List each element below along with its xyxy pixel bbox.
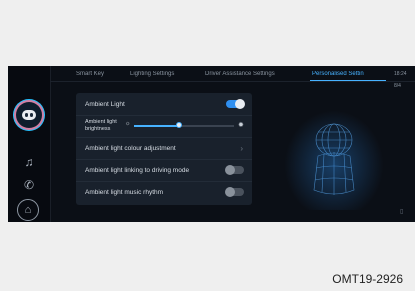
status-indicator: 8/4 <box>394 83 401 89</box>
brightness-slider-thumb[interactable] <box>176 122 182 128</box>
driving-mode-toggle[interactable] <box>225 165 244 175</box>
driving-mode-label: Ambient light linking to driving mode <box>85 167 190 174</box>
tab-divider <box>50 81 415 82</box>
brightness-slider-fill <box>134 125 179 127</box>
tab-smart-key[interactable]: Smart Key <box>76 71 104 77</box>
tab-driver-assistance-settings[interactable]: Driver Assistance Settings <box>205 71 275 77</box>
music-rhythm-row: Ambient light music rhythm <box>76 181 252 203</box>
music-icon[interactable]: ♫ <box>21 156 37 168</box>
left-rail: ♫ ✆ ⌂ <box>8 66 51 222</box>
tab-lighting-settings[interactable]: Lighting Settings <box>130 71 174 77</box>
music-rhythm-toggle[interactable] <box>225 187 244 197</box>
brightness-label-line1: Ambient light <box>85 119 117 125</box>
clock: 18:24 <box>394 71 407 77</box>
brightness-high-icon: ✹ <box>238 122 244 129</box>
settings-tabs: Smart Key Lighting Settings Driver Assis… <box>76 71 386 85</box>
tab-personalised-settings[interactable]: Personalised Settin <box>312 71 364 77</box>
voice-assistant-avatar[interactable] <box>16 102 42 128</box>
brightness-low-icon: ☼ <box>125 121 131 127</box>
ambient-light-toggle[interactable] <box>226 99 245 109</box>
car-interior-illustration <box>284 110 384 210</box>
brightness-label-line2: brightness <box>85 126 111 132</box>
brightness-row: Ambient light brightness ☼ ✹ <box>76 115 252 138</box>
assistant-face-icon <box>22 110 36 120</box>
scroll-indicator-icon: ▯ <box>400 209 404 215</box>
driving-mode-row: Ambient light linking to driving mode <box>76 159 252 182</box>
figure-code: OMT19-2926 <box>332 272 403 286</box>
ambient-light-settings-panel: Ambient Light Ambient light brightness ☼… <box>76 93 252 205</box>
chevron-right-icon: › <box>240 144 243 153</box>
infotainment-screen: ♫ ✆ ⌂ Smart Key Lighting Settings Driver… <box>8 66 415 222</box>
ambient-light-label: Ambient Light <box>85 101 125 108</box>
music-rhythm-label: Ambient light music rhythm <box>85 189 164 196</box>
brightness-slider[interactable] <box>134 122 234 128</box>
home-icon[interactable]: ⌂ <box>17 199 39 221</box>
ambient-light-row: Ambient Light <box>76 93 252 116</box>
active-tab-indicator <box>310 80 386 81</box>
phone-icon[interactable]: ✆ <box>21 179 37 191</box>
colour-adjustment-label: Ambient light colour adjustment <box>85 145 176 152</box>
colour-adjustment-row[interactable]: Ambient light colour adjustment › <box>76 137 252 160</box>
